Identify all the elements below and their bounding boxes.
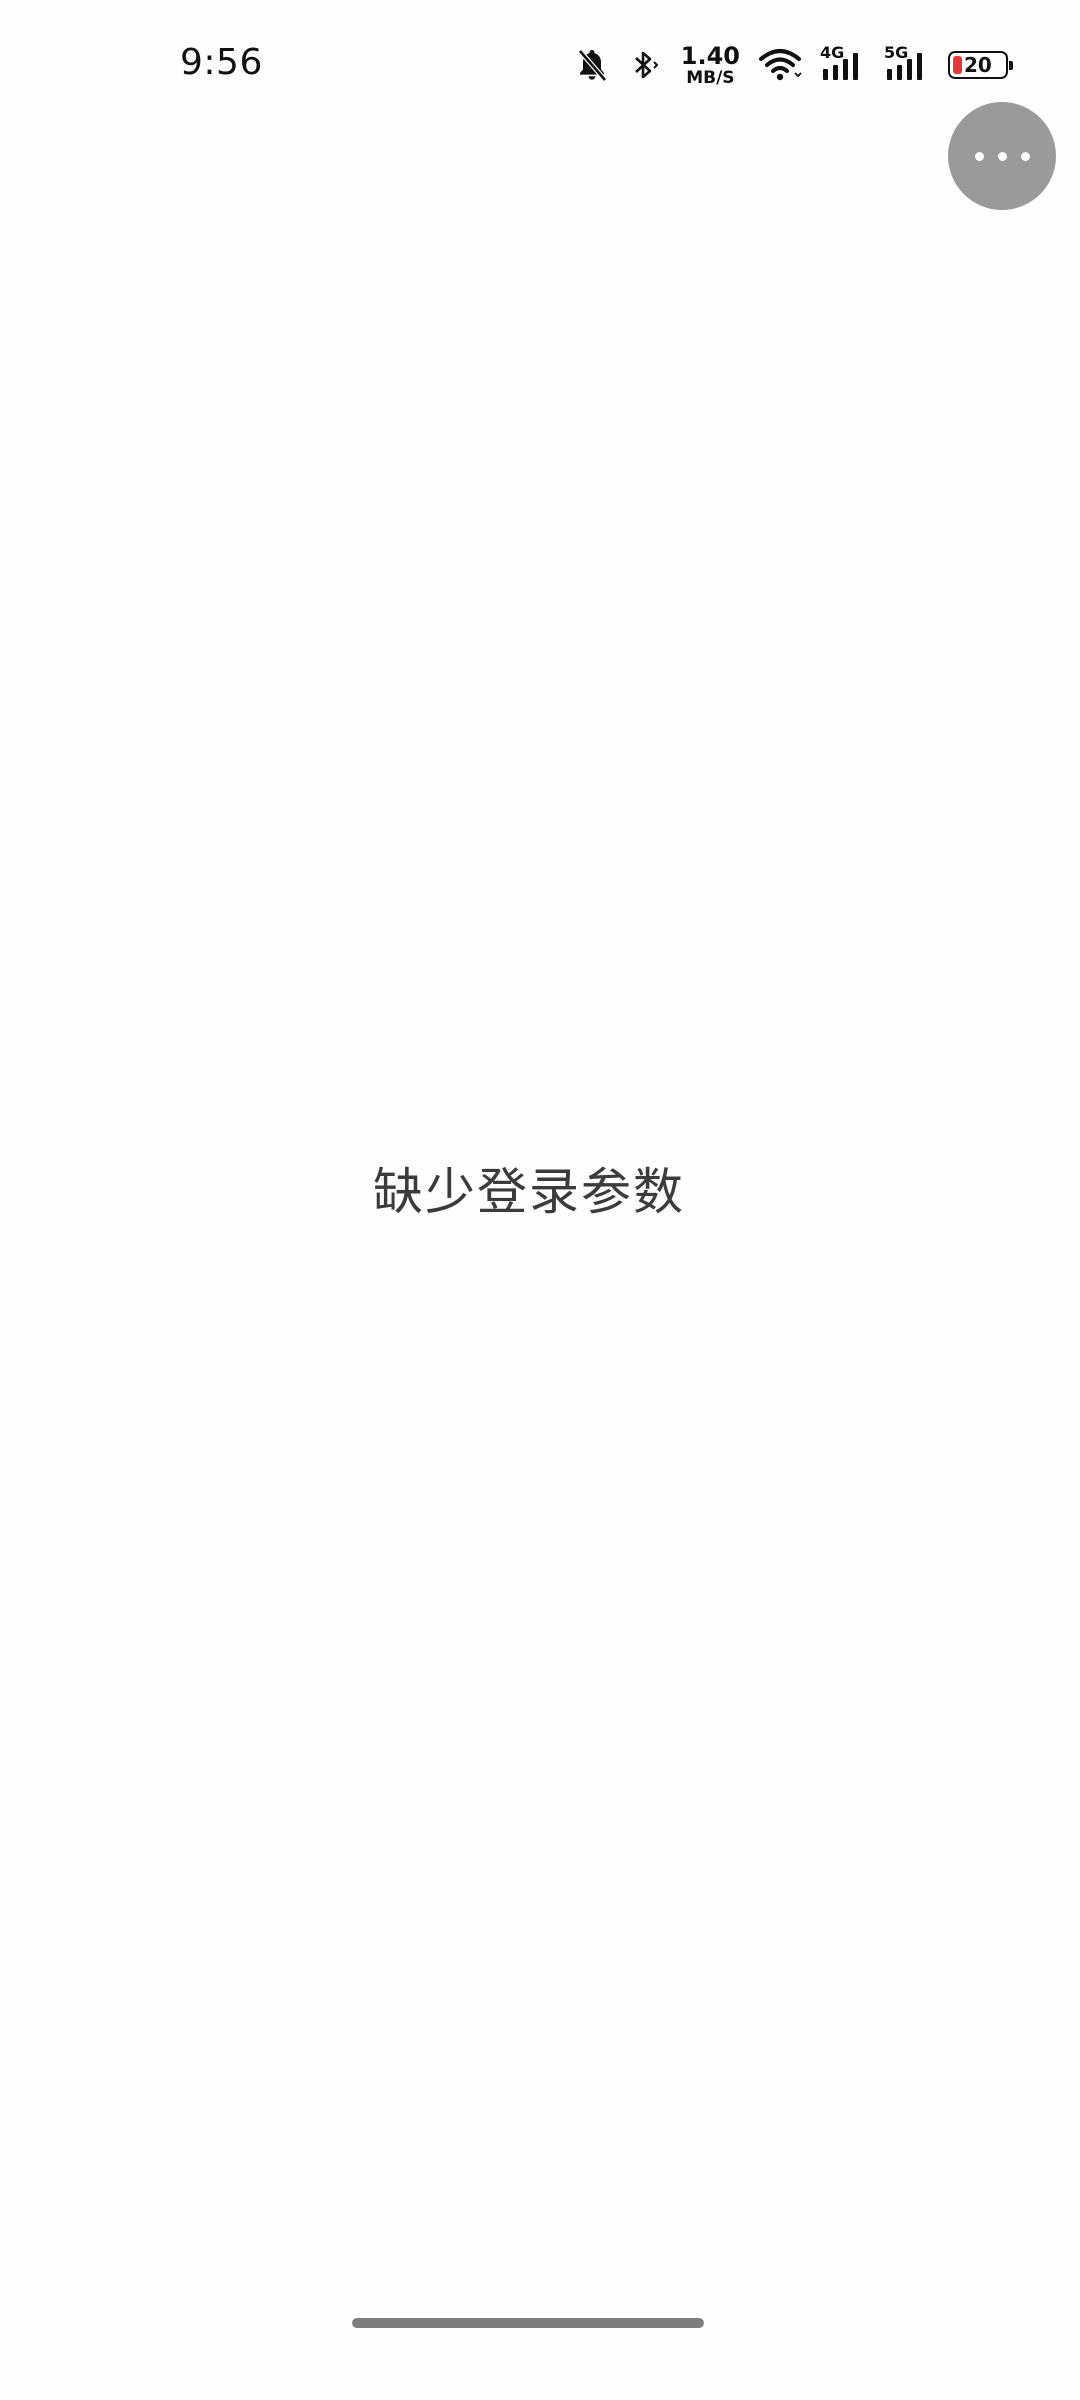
battery-fill (953, 56, 962, 74)
more-dots-icon (997, 151, 1007, 161)
net-speed-indicator: 1.40 MB/S (681, 44, 740, 87)
signal-4g-icon: 4G (820, 43, 866, 83)
wifi-icon (758, 47, 802, 83)
signal-5g-tag: 5G (884, 43, 909, 62)
signal-4g-tag: 4G (820, 43, 845, 62)
more-options-button[interactable] (948, 102, 1056, 210)
signal-5g-icon: 5G (884, 43, 930, 83)
status-bar: 9:56 1.40 MB/S 4G 5G 20 (0, 0, 1080, 130)
net-speed-value: 1.40 (680, 41, 740, 70)
home-indicator[interactable] (352, 2318, 704, 2328)
net-speed-unit: MB/S (686, 67, 735, 88)
bluetooth-icon (627, 47, 663, 83)
status-icons: 1.40 MB/S 4G 5G 20 (575, 40, 1013, 90)
battery-level: 20 (964, 53, 992, 77)
app-screen: 9:56 1.40 MB/S 4G 5G 20 缺少登录参数 (0, 0, 1080, 2400)
more-dots-icon (974, 151, 984, 161)
status-time: 9:56 (180, 42, 263, 83)
error-message: 缺少登录参数 (373, 1163, 685, 1221)
battery-icon: 20 (948, 51, 1013, 79)
more-dots-icon (1020, 151, 1030, 161)
bell-muted-icon (575, 47, 609, 83)
